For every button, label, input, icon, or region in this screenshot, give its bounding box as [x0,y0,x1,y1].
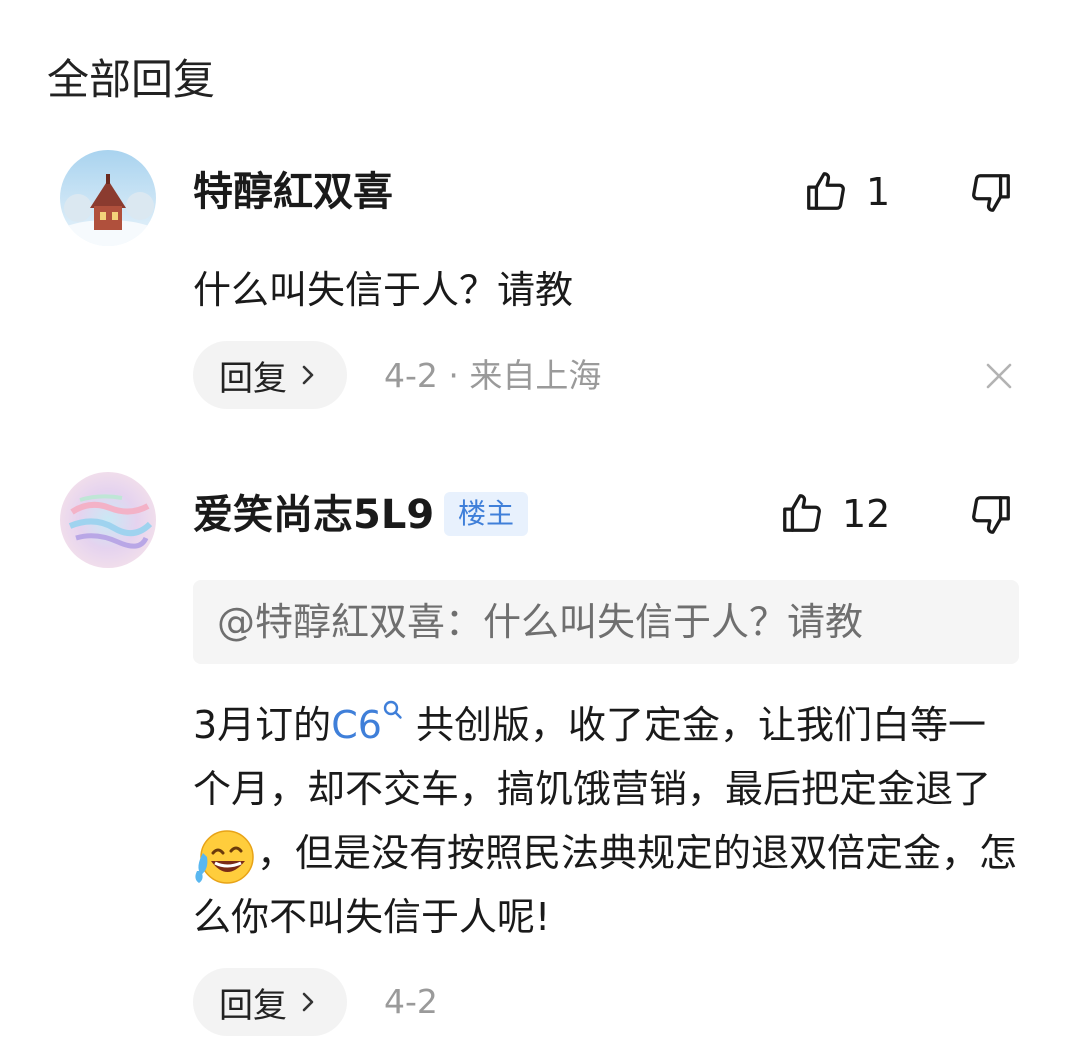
reply-label: 回复 [219,358,287,399]
comment-text: 3月订的C6 共创版，收了定金，让我们白等一个月，却不交车，搞饥饿营销，最后把定… [193,693,1023,949]
reply-button[interactable]: 回复 [193,968,347,1036]
like-count: 12 [842,492,891,536]
bottom-fade-overlay [430,980,1080,1064]
search-icon [383,700,402,719]
like-count: 1 [866,170,891,214]
laughing-crying-emoji [195,829,254,884]
avatar[interactable] [60,472,156,568]
car-model-link-label: C6 [331,703,382,747]
chevron-right-icon [302,992,314,1012]
comment-text-part3: ，但是没有按照民法典规定的退双倍定金，怎么你不叫失信于人呢! [193,831,1018,939]
quoted-reply[interactable]: @特醇紅双喜：什么叫失信于人？请教 [193,580,1019,664]
section-title: 全部回复 [47,55,216,104]
like-button[interactable] [803,168,849,214]
author-badge: 楼主 [444,492,529,536]
close-icon [986,363,1012,389]
username[interactable]: 爱笑尚志5L9 [193,490,434,540]
close-button[interactable] [984,361,1014,391]
like-button[interactable] [779,490,825,536]
avatar-image [60,472,156,568]
thumbs-down-icon [972,496,1010,534]
thumbs-up-icon [783,494,821,532]
comment-text-part1: 3月订的 [193,703,332,747]
dislike-button[interactable] [968,492,1014,538]
avatar[interactable] [60,150,156,246]
thumbs-down-icon [972,174,1010,212]
reply-button[interactable]: 回复 [193,341,347,409]
thumbs-up-icon [807,172,845,210]
avatar-image [60,150,156,246]
reply-label: 回复 [219,985,287,1026]
car-model-link[interactable]: C6 [331,700,404,747]
comment-text: 什么叫失信于人？请教 [193,268,574,312]
username[interactable]: 特醇紅双喜 [193,167,393,217]
comment-meta: 4-2 · 来自上海 [384,356,602,395]
chevron-right-icon [302,365,314,385]
dislike-button[interactable] [968,170,1014,216]
